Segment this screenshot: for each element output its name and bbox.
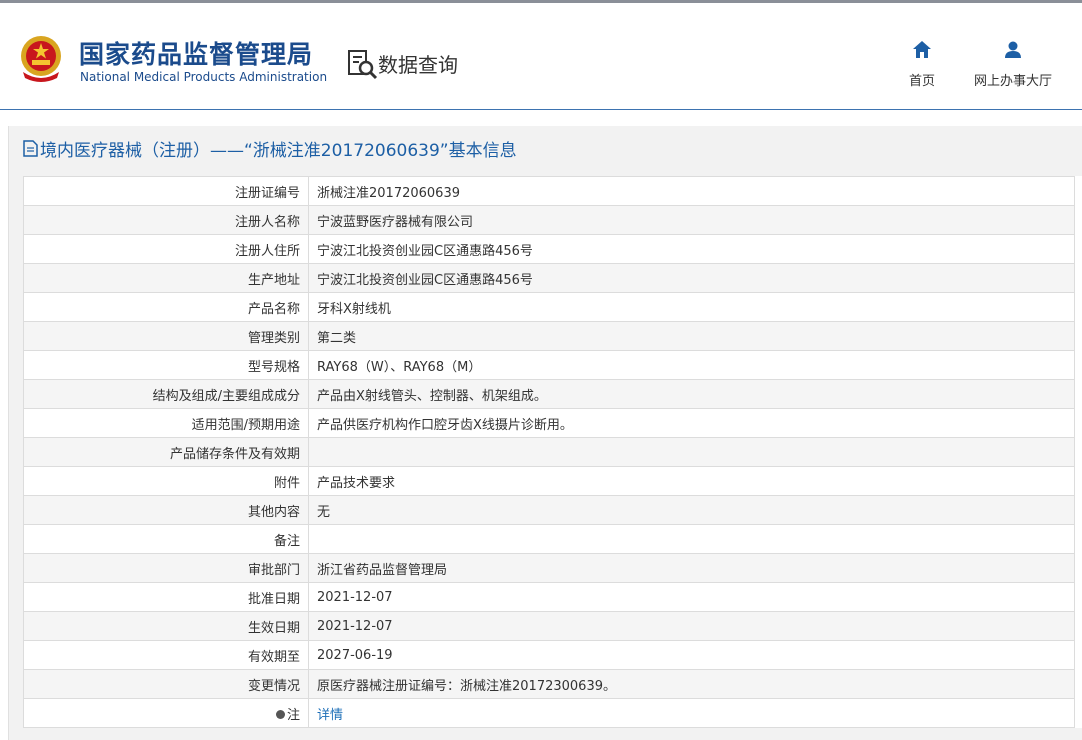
table-row: 产品名称 牙科X射线机 (23, 292, 1075, 322)
row-value: 第二类 (308, 321, 1075, 351)
bulb-icon (275, 709, 285, 719)
info-panel: 境内医疗器械（注册）——“浙械注准20172060639”基本信息 注册证编号浙… (8, 126, 1082, 740)
row-value: 宁波蓝野医疗器械有限公司 (308, 205, 1075, 235)
row-value: 2027-06-19 (308, 640, 1075, 670)
note-value-cell: 详情 (308, 698, 1075, 728)
nav-online-service-hall[interactable]: 网上办事大厅 (968, 41, 1058, 89)
row-key: 管理类别 (23, 321, 309, 351)
detail-table: 注册证编号 浙械注准20172060639 注册人名称 宁波蓝野医疗器械有限公司 注… (23, 176, 1075, 728)
row-key: 审批部门 (23, 553, 309, 583)
row-key: 其他内容 (23, 495, 309, 525)
row-key: 产品储存条件及有效期 (23, 437, 309, 467)
document-icon (23, 139, 38, 157)
details-link[interactable]: 详情 (317, 708, 343, 723)
row-value: 宁波江北投资创业园C区通惠路456号 (308, 234, 1075, 264)
table-row: 管理类别 第二类 (23, 321, 1075, 351)
row-value: 产品技术要求 (308, 466, 1075, 496)
row-value: 2021-12-07 (308, 582, 1075, 612)
row-value: 2021-12-07 (308, 611, 1075, 641)
row-value (308, 524, 1075, 554)
note-key: 注 (286, 707, 300, 723)
national-emblem-icon (21, 36, 61, 82)
row-key: 生效日期 (23, 611, 309, 641)
row-value (308, 437, 1075, 467)
row-value: RAY68（W）、RAY68（M） (308, 350, 1075, 380)
nav-home-label: 首页 (908, 74, 935, 89)
table-row: 注册证编号 浙械注准20172060639 (23, 176, 1075, 206)
row-value: 浙江省药品监督管理局 (308, 553, 1075, 583)
row-key: 备注 (23, 524, 309, 554)
table-row: 有效期至 2027-06-19 (23, 640, 1075, 670)
row-value: 浙械注准20172060639 (308, 176, 1075, 206)
table-row: 变更情况 原医疗器械注册证编号：浙械注准20172300639。 (23, 669, 1075, 699)
nav-online-service-hall-label: 网上办事大厅 (973, 74, 1052, 89)
site-logo-subtitle: National Medical Products Administration (80, 70, 328, 84)
table-row: 审批部门 浙江省药品监督管理局 (23, 553, 1075, 583)
table-row: 注册人住所 宁波江北投资创业园C区通惠路456号 (23, 234, 1075, 264)
row-key: 生产地址 (23, 263, 309, 293)
row-key: 注册人住所 (23, 234, 309, 264)
row-key: 附件 (23, 466, 309, 496)
table-row: 生产地址 宁波江北投资创业园C区通惠路456号 (23, 263, 1075, 293)
table-row: 结构及组成/主要组成成分 产品由X射线管头、控制器、机架组成。 (23, 379, 1075, 409)
row-value: 牙科X射线机 (308, 292, 1075, 322)
row-value: 产品供医疗机构作口腔牙齿X线摄片诊断用。 (308, 408, 1075, 438)
row-key: 适用范围/预期用途 (23, 408, 309, 438)
nav-home[interactable]: 首页 (900, 41, 944, 89)
section-title: 数据查询 (378, 53, 458, 77)
row-key: 结构及组成/主要组成成分 (23, 379, 309, 409)
site-header: 国家药品监督管理局 National Medical Products Admi… (0, 3, 1082, 110)
row-value: 原医疗器械注册证编号：浙械注准20172300639。 (308, 669, 1075, 699)
home-icon (913, 41, 931, 58)
row-key: 注册证编号 (23, 176, 309, 206)
table-row: 产品储存条件及有效期 (23, 437, 1075, 467)
table-row: 生效日期 2021-12-07 (23, 611, 1075, 641)
panel-title-text: 境内医疗器械（注册）——“浙械注准20172060639”基本信息 (40, 140, 517, 161)
row-key: 型号规格 (23, 350, 309, 380)
row-key: 注册人名称 (23, 205, 309, 235)
data-query-icon (348, 50, 378, 80)
note-key-cell: 注 (23, 698, 309, 728)
table-row: 批准日期 2021-12-07 (23, 582, 1075, 612)
table-row: 适用范围/预期用途 产品供医疗机构作口腔牙齿X线摄片诊断用。 (23, 408, 1075, 438)
row-key: 产品名称 (23, 292, 309, 322)
row-value: 产品由X射线管头、控制器、机架组成。 (308, 379, 1075, 409)
row-value: 宁波江北投资创业园C区通惠路456号 (308, 263, 1075, 293)
row-key: 变更情况 (23, 669, 309, 699)
table-row: 其他内容无 (23, 495, 1075, 525)
row-key: 有效期至 (23, 640, 309, 670)
site-logo-title[interactable]: 国家药品监督管理局 (79, 35, 313, 71)
row-key: 批准日期 (23, 582, 309, 612)
detail-table-wrapper: 注册证编号 浙械注准20172060639 注册人名称 宁波蓝野医疗器械有限公司 注… (23, 176, 1082, 728)
row-value: 无 (308, 495, 1075, 525)
table-row: 备注 (23, 524, 1075, 554)
table-row: 型号规格 RAY68（W）、RAY68（M） (23, 350, 1075, 380)
table-row: 附件 产品技术要求 (23, 466, 1075, 496)
panel-title: 境内医疗器械（注册）——“浙械注准20172060639”基本信息 (23, 136, 517, 161)
table-row-note: 注 详情 (23, 698, 1075, 728)
user-icon (1005, 41, 1021, 58)
table-row: 注册人名称 宁波蓝野医疗器械有限公司 (23, 205, 1075, 235)
